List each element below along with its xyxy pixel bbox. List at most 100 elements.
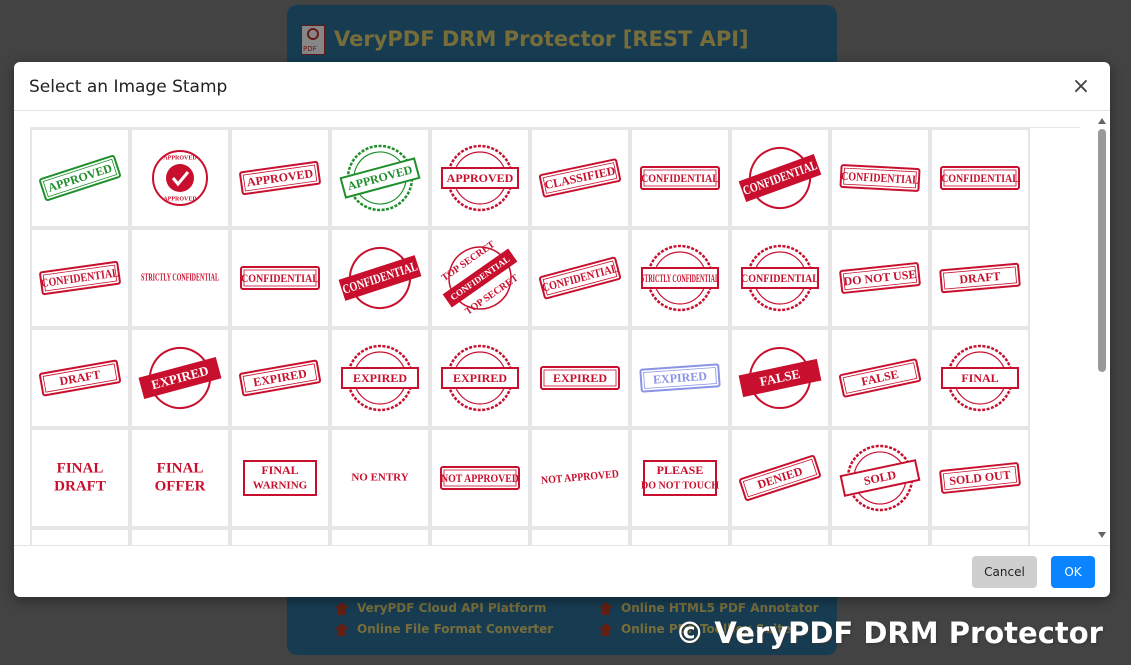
stamp-tile-confidential-6[interactable]: CONFIDENTIAL — [230, 228, 330, 328]
stamp-tile-do-not-use[interactable]: DO NOT USE — [830, 228, 930, 328]
stamp-image: CONFIDENTIAL — [738, 147, 822, 209]
cancel-button[interactable]: Cancel — [972, 556, 1037, 588]
stamp-image: APPROVED APPROVED — [152, 150, 208, 206]
stamp-image: DO NOT USE — [839, 262, 921, 294]
stamp-tile-top-secret[interactable]: TOP SECRET CONFIDENTIAL TOP SECRET — [430, 228, 530, 328]
stamp-tile-approved-red-seal[interactable]: APPROVED — [430, 128, 530, 228]
stamp-image: FALSE — [838, 358, 922, 398]
stamp-tile-stamp-43[interactable] — [230, 528, 330, 545]
stamp-text: DO NOT TOUCH — [641, 480, 719, 492]
stamp-tile-denied[interactable]: DENIED — [730, 428, 830, 528]
divider — [1030, 127, 1080, 128]
stamp-image: DENIED — [739, 455, 821, 501]
stamp-text: WARNING — [253, 480, 308, 492]
stamp-tile-expired-seal-1[interactable]: EXPIRED — [330, 328, 430, 428]
stamp-image: STRICTLY CONFIDENTIAL — [141, 272, 219, 284]
stamp-image: EXPIRED — [540, 366, 620, 390]
stamp-text: EXPIRED — [553, 371, 607, 385]
stamp-image: FINAL OFFER — [155, 460, 206, 494]
stamp-tile-confidential-2[interactable]: CONFIDENTIAL — [730, 128, 830, 228]
stamp-tile-stamp-42[interactable] — [130, 528, 230, 545]
stamp-text: NOT APPROVED — [441, 471, 519, 485]
stamp-tile-confidential-3[interactable]: CONFIDENTIAL — [830, 128, 930, 228]
stamp-text: APPROVED — [163, 155, 197, 161]
stamp-text: EXPIRED — [353, 371, 407, 385]
scroll-down-arrow-icon[interactable] — [1098, 532, 1106, 538]
stamp-tile-stamp-50[interactable] — [930, 528, 1030, 545]
stamp-text: APPROVED — [447, 171, 514, 185]
stamp-tile-final-warning[interactable]: FINAL WARNING — [230, 428, 330, 528]
stamp-text: CONFIDENTIAL — [841, 169, 920, 187]
stamp-tile-expired-seal-2[interactable]: EXPIRED — [430, 328, 530, 428]
stamp-image: CONFIDENTIAL — [640, 166, 720, 190]
stamp-tile-stamp-48[interactable] — [730, 528, 830, 545]
scrollbar-thumb[interactable] — [1098, 129, 1106, 372]
stamp-tile-draft-1[interactable]: DRAFT — [930, 228, 1030, 328]
stamp-tile-approved-red[interactable]: APPROVED — [230, 128, 330, 228]
stamp-image: CONFIDENTIAL — [39, 260, 121, 296]
stamp-tile-classified[interactable]: CLASSIFIED — [530, 128, 630, 228]
stamp-tile-expired-3[interactable]: EXPIRED — [530, 328, 630, 428]
stamp-image: SOLD — [839, 444, 921, 512]
stamp-tile-sold-out[interactable]: SOLD OUT — [930, 428, 1030, 528]
stamp-image: STRICTLY CONFIDENTIAL — [641, 244, 719, 312]
stamp-tile-confidential-7[interactable]: CONFIDENTIAL — [330, 228, 430, 328]
stamp-tile-false-2[interactable]: FALSE — [830, 328, 930, 428]
dialog-footer: Cancel OK — [14, 545, 1110, 597]
stamp-tile-strictly-confidential-2[interactable]: STRICTLY CONFIDENTIAL — [630, 228, 730, 328]
stamp-tile-stamp-44[interactable] — [330, 528, 430, 545]
stamp-tile-stamp-45[interactable] — [430, 528, 530, 545]
stamp-tile-approved-green-seal[interactable]: APPROVED — [330, 128, 430, 228]
stamp-tile-approved-green[interactable]: APPROVED — [30, 128, 130, 228]
stamp-image: EXPIRED — [138, 347, 222, 409]
stamp-image: CONFIDENTIAL — [338, 247, 422, 309]
stamp-tile-stamp-46[interactable] — [530, 528, 630, 545]
dialog-title: Select an Image Stamp — [29, 77, 228, 97]
stamp-tile-confidential-5[interactable]: CONFIDENTIAL — [30, 228, 130, 328]
stamp-tile-final-draft[interactable]: FINAL DRAFT — [30, 428, 130, 528]
stamp-tile-final-1[interactable]: FINAL — [930, 328, 1030, 428]
stamp-tile-stamp-49[interactable] — [830, 528, 930, 545]
stamp-text: EXPIRED — [653, 369, 708, 387]
ok-button[interactable]: OK — [1051, 556, 1095, 588]
stamp-image: SOLD OUT — [939, 462, 1021, 494]
stamp-tile-sold[interactable]: SOLD — [830, 428, 930, 528]
stamp-tile-not-approved-2[interactable]: NOT APPROVED — [530, 428, 630, 528]
stamp-tile-draft-2[interactable]: DRAFT — [30, 328, 130, 428]
stamp-tile-no-entry[interactable]: NO ENTRY — [330, 428, 430, 528]
stamp-image: NO ENTRY — [351, 472, 408, 484]
stamp-image: FINAL — [941, 344, 1019, 412]
stamp-text: FINAL — [261, 463, 298, 477]
stamp-tile-not-approved-1[interactable]: NOT APPROVED — [430, 428, 530, 528]
stamp-text: STRICTLY CONFIDENTIAL — [641, 271, 719, 285]
stamp-image: APPROVED — [39, 155, 121, 201]
stamp-image: CLASSIFIED — [538, 158, 622, 198]
stamp-tile-approved-check[interactable]: APPROVED APPROVED — [130, 128, 230, 228]
stamp-text: NOT APPROVED — [541, 468, 620, 487]
dialog-header: Select an Image Stamp × — [14, 62, 1110, 111]
stamp-tile-confidential-1[interactable]: CONFIDENTIAL — [630, 128, 730, 228]
stamp-tile-confidential-8[interactable]: CONFIDENTIAL — [530, 228, 630, 328]
stamp-tile-confidential-4[interactable]: CONFIDENTIAL — [930, 128, 1030, 228]
stamp-image: APPROVED — [339, 144, 421, 212]
stamp-tile-expired-2[interactable]: EXPIRED — [230, 328, 330, 428]
stamp-text: APPROVED — [163, 196, 197, 202]
stamp-tile-strictly-confidential[interactable]: STRICTLY CONFIDENTIAL — [130, 228, 230, 328]
stamp-tile-please-do-not-touch[interactable]: PLEASE DO NOT TOUCH — [630, 428, 730, 528]
stamp-image: CONFIDENTIAL — [741, 244, 819, 312]
stamp-image: APPROVED — [441, 144, 519, 212]
stamp-tile-stamp-47[interactable] — [630, 528, 730, 545]
stamp-text: DRAFT — [959, 269, 1001, 287]
dialog-body: APPROVED APPROVED APPROVED APPROVED APPROVED… — [14, 111, 1110, 545]
stamp-tile-expired-blue[interactable]: EXPIRED — [630, 328, 730, 428]
stamp-tile-confidential-seal[interactable]: CONFIDENTIAL — [730, 228, 830, 328]
close-icon[interactable]: × — [1070, 76, 1092, 98]
stamp-tile-expired-1[interactable]: EXPIRED — [130, 328, 230, 428]
stamp-tile-stamp-41[interactable] — [30, 528, 130, 545]
vertical-scrollbar[interactable] — [1095, 111, 1110, 545]
stamp-tile-false-1[interactable]: FALSE — [730, 328, 830, 428]
stamp-image: NOT APPROVED — [541, 468, 620, 487]
stamp-tile-final-offer[interactable]: FINAL OFFER — [130, 428, 230, 528]
stamp-text: CONFIDENTIAL — [941, 171, 1019, 185]
scroll-up-arrow-icon[interactable] — [1098, 118, 1106, 124]
